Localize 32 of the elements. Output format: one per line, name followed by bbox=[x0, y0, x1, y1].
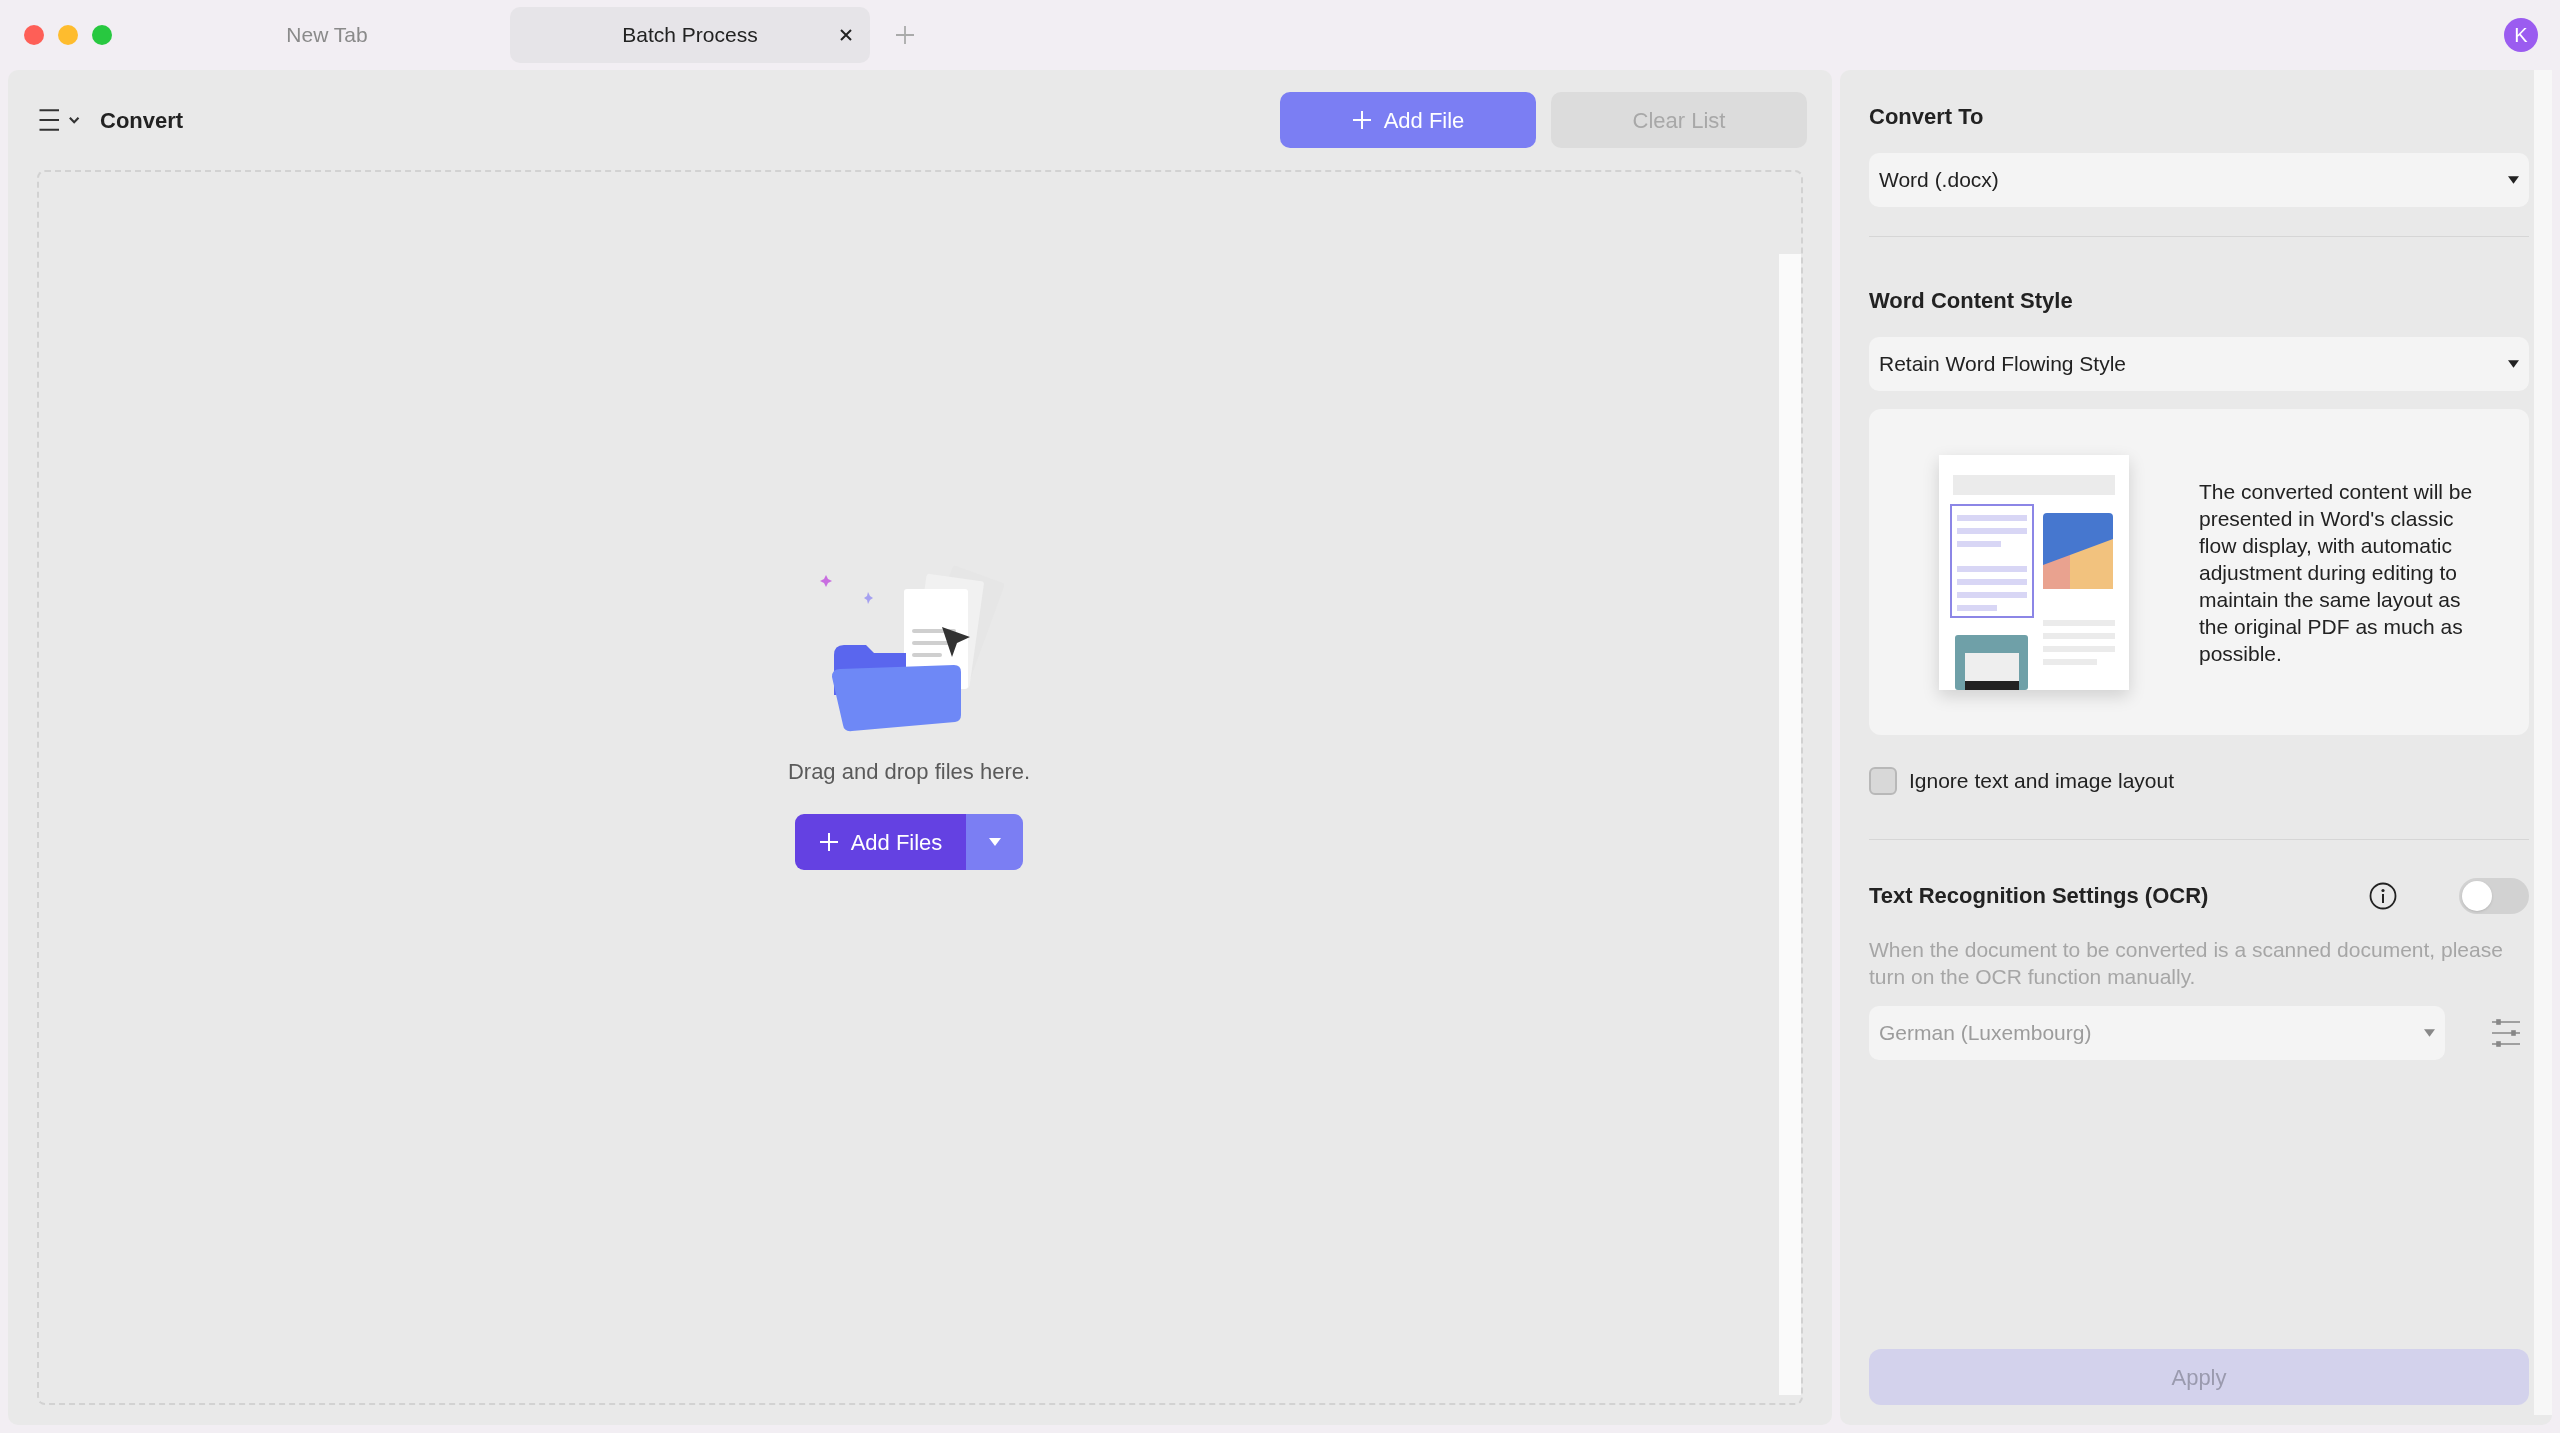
minimize-button[interactable] bbox=[58, 25, 78, 45]
caret-icon bbox=[988, 838, 1001, 846]
dropdown[interactable]: Word (.docx) bbox=[1869, 153, 2529, 207]
dropdown[interactable]: Retain Word Flowing Style bbox=[1869, 337, 2529, 391]
section-title: Convert To bbox=[1869, 103, 1985, 131]
sliders-icon[interactable] bbox=[2491, 1018, 2521, 1047]
section-title: Word Content Style bbox=[1869, 287, 2074, 315]
close-tab-icon[interactable] bbox=[838, 27, 854, 43]
user-avatar[interactable]: K bbox=[2504, 18, 2538, 52]
panel-title: Convert bbox=[100, 106, 184, 135]
plus-icon bbox=[1351, 110, 1372, 130]
add-files-button[interactable]: Add Files bbox=[795, 814, 966, 870]
close-button[interactable] bbox=[24, 25, 44, 45]
checkbox-label: Ignore text and image layout bbox=[1909, 768, 2174, 794]
caret-icon bbox=[2508, 360, 2519, 368]
info-icon[interactable] bbox=[2369, 881, 2397, 910]
drop-zone[interactable]: Drag and drop files here. Add Files bbox=[37, 170, 1803, 1405]
new-tab-icon[interactable] bbox=[895, 25, 915, 45]
scrollbar-track[interactable] bbox=[1779, 254, 1801, 1395]
dropdown-button[interactable] bbox=[966, 814, 1023, 870]
checkbox[interactable] bbox=[1869, 766, 1897, 795]
caret-icon bbox=[2508, 176, 2519, 184]
add-file-button[interactable]: Add File bbox=[1280, 92, 1536, 148]
zoom-button[interactable] bbox=[92, 25, 112, 45]
plus-icon bbox=[818, 832, 839, 852]
caret-icon bbox=[2424, 1028, 2435, 1037]
tab[interactable]: New Tab bbox=[147, 7, 507, 63]
style-description: The converted content will be presented in Word's classic flow display, with automatic adjustment during editing to maintain the same layout as the original PDF as much as possible. bbox=[2199, 478, 2474, 667]
drop-hint: Drag and drop files here. bbox=[787, 758, 1031, 786]
tab[interactable]: Batch Process bbox=[510, 7, 870, 63]
section-title: Text Recognition Settings (OCR) bbox=[1869, 882, 2209, 910]
ocr-description: When the document to be converted is a scanned document, please turn on the OCR function manually. bbox=[1869, 936, 2504, 990]
